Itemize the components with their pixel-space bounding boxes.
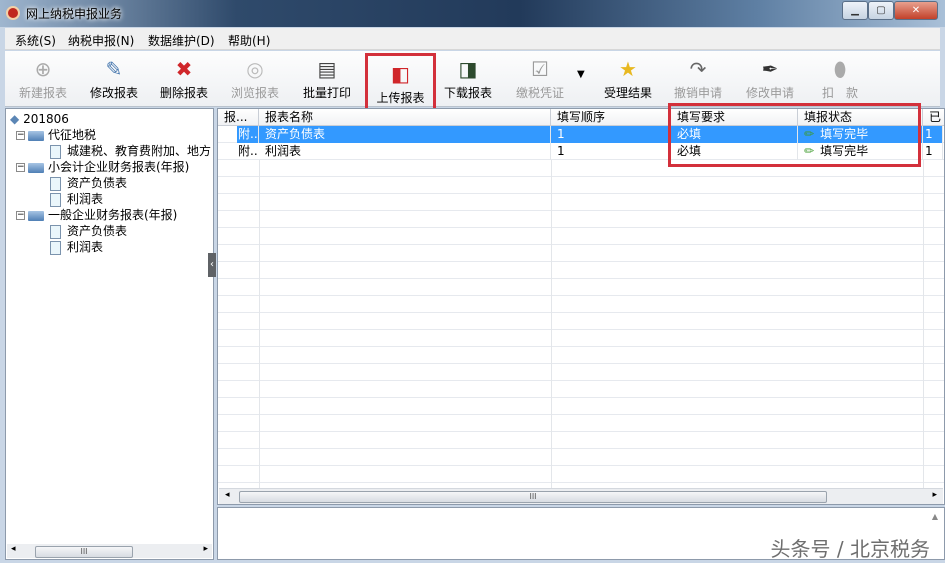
cell-order: 1 (551, 126, 671, 143)
column-header-extra[interactable]: 已 (923, 109, 944, 126)
revoke-icon: ↷ (689, 57, 707, 81)
tree-root[interactable]: ◆ 201806 (10, 111, 213, 127)
modify-request-button[interactable]: ✒ 修改申请 (736, 51, 804, 105)
cell-name: 利润表 (259, 143, 551, 160)
result-icon: ★ (619, 57, 637, 81)
edit-report-button[interactable]: ✎ 修改报表 (80, 51, 148, 105)
cell-type: 附.. (238, 144, 258, 158)
upload-report-button[interactable]: ◧ 上传报表 (365, 53, 436, 111)
browse-report-icon: ◎ (246, 57, 264, 81)
menu-data-maintenance[interactable]: 数据维护(D) (148, 32, 215, 49)
tree-group[interactable]: − 一般企业财务报表(年报) (10, 207, 213, 223)
tree-horizontal-scrollbar[interactable]: ◂ III ▸ (7, 544, 212, 558)
tree-item[interactable]: 资产负债表 (10, 223, 213, 239)
chevron-down-icon[interactable]: ▼ (577, 69, 585, 80)
print-icon: ▤ (317, 57, 337, 81)
report-tree: ◆ 201806 − 代征地税 城建税、教育费附加、地方 − 小会计企业财务报表(年… (5, 108, 214, 560)
document-icon (50, 192, 61, 207)
minimize-button[interactable]: ▁ (842, 1, 868, 20)
report-grid: 报... 报表名称 填写顺序 填写要求 填报状态 已 附.. 资产负债表 1 必… (217, 108, 945, 505)
delete-report-icon: ✖ (175, 57, 193, 81)
edit-report-icon: ✎ (105, 57, 123, 81)
cell-type: 附.. (237, 126, 259, 143)
tree-item[interactable]: 城建税、教育费附加、地方 (10, 143, 213, 159)
acceptance-result-button[interactable]: ★ 受理结果 (594, 51, 662, 105)
download-report-button[interactable]: ◨ 下载报表 (434, 51, 502, 105)
cell-extra: 1 (923, 143, 943, 160)
close-button[interactable]: ✕ (894, 1, 938, 20)
window-title: 网上纳税申报业务 (26, 7, 123, 21)
scrollbar-thumb[interactable]: III (239, 491, 827, 503)
menu-bar: 系统(S) 纳税申报(N) 数据维护(D) 帮助(H) (5, 28, 940, 50)
row-spacer (218, 126, 237, 143)
deduct-icon: ⬮ (833, 57, 847, 81)
folder-icon (28, 130, 44, 141)
title-bar: 网上纳税申报业务 ▁ ▢ ✕ (0, 0, 945, 27)
tree-group[interactable]: − 代征地税 (10, 127, 213, 143)
scroll-up-icon[interactable]: ▲ (932, 512, 938, 521)
document-icon (50, 240, 61, 255)
app-icon (6, 6, 20, 20)
document-icon (50, 144, 61, 159)
collapse-icon[interactable]: − (16, 131, 25, 140)
deduct-button[interactable]: ⬮ 扣 款 (806, 51, 874, 105)
menu-help[interactable]: 帮助(H) (228, 32, 270, 49)
batch-print-button[interactable]: ▤ 批量打印 (293, 51, 361, 105)
menu-tax-filing[interactable]: 纳税申报(N) (68, 32, 134, 49)
scroll-left-icon[interactable]: ◂ (11, 544, 16, 554)
scroll-right-icon[interactable]: ▸ (932, 490, 937, 500)
cell-name: 资产负债表 (259, 126, 551, 143)
highlight-box (668, 103, 921, 167)
maximize-button[interactable]: ▢ (868, 1, 894, 20)
cell-extra: 1 (923, 126, 943, 143)
scrollbar-thumb[interactable]: III (35, 546, 133, 558)
tree-item[interactable]: 利润表 (10, 239, 213, 255)
download-icon: ◨ (458, 57, 478, 81)
document-icon (50, 176, 61, 191)
scroll-left-icon[interactable]: ◂ (225, 490, 230, 500)
folder-icon (28, 162, 44, 173)
delete-report-button[interactable]: ✖ 删除报表 (150, 51, 218, 105)
column-header-type[interactable]: 报... (218, 109, 259, 126)
grid-body: 附.. 资产负债表 1 必填 ✏ 填写完毕 1 附.. 利润表 1 必填 ✏ 填写完… (218, 126, 944, 488)
scroll-right-icon[interactable]: ▸ (203, 544, 208, 554)
collapse-icon[interactable]: − (16, 163, 25, 172)
collapse-icon[interactable]: − (16, 211, 25, 220)
detail-panel: ▲ 头条号 / 北京税务 (217, 507, 945, 561)
document-icon (50, 224, 61, 239)
menu-system[interactable]: 系统(S) (15, 32, 56, 49)
upload-icon: ◧ (391, 62, 410, 86)
browse-report-button[interactable]: ◎ 浏览报表 (221, 51, 289, 105)
tax-voucher-icon: ☑ (531, 57, 549, 81)
column-header-order[interactable]: 填写顺序 (551, 109, 671, 126)
tax-voucher-button[interactable]: ☑ 缴税凭证 (506, 51, 574, 105)
new-report-icon: ⊕ (34, 57, 52, 81)
books-icon: ◆ (10, 112, 20, 126)
tree-item[interactable]: 资产负债表 (10, 175, 213, 191)
folder-icon (28, 210, 44, 221)
watermark: 头条号 / 北京税务 (770, 537, 930, 561)
revoke-request-button[interactable]: ↷ 撤销申请 (664, 51, 732, 105)
tree-item[interactable]: 利润表 (10, 191, 213, 207)
new-report-button[interactable]: ⊕ 新建报表 (9, 51, 77, 105)
toolbar: ⊕ 新建报表 ✎ 修改报表 ✖ 删除报表 ◎ 浏览报表 ▤ 批量打印 ◧ 上传报表 ◨ 下载报… (5, 51, 940, 111)
tree-group[interactable]: − 小会计企业财务报表(年报) (10, 159, 213, 175)
column-header-name[interactable]: 报表名称 (259, 109, 551, 126)
cell-order: 1 (551, 143, 671, 160)
modify-request-icon: ✒ (761, 57, 779, 81)
grid-horizontal-scrollbar[interactable]: ◂ III ▸ (219, 488, 943, 504)
collapse-panel-handle[interactable]: ‹ (208, 253, 216, 277)
